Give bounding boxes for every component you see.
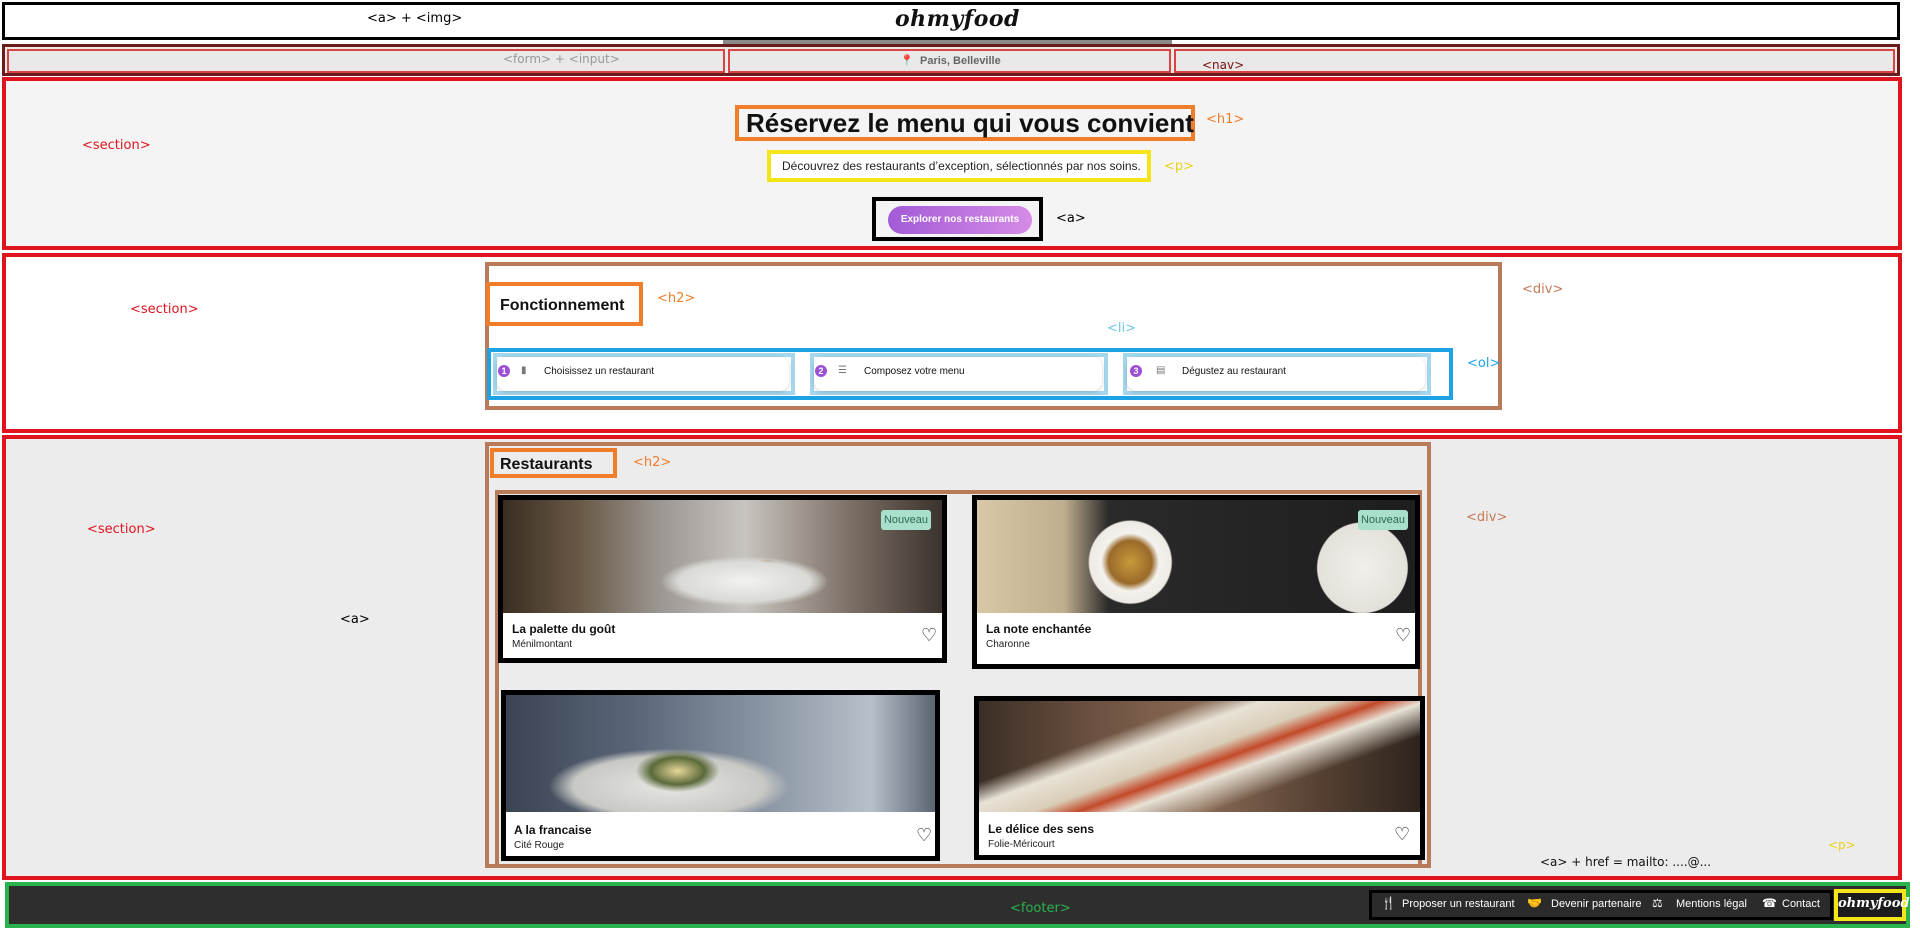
annotation-div-how: <div> <box>1522 282 1564 297</box>
annotation-section-restaurants: <section> <box>87 522 156 537</box>
restaurant-card[interactable]: Nouveau La note enchantée Charonne ♡ <box>972 495 1420 669</box>
restaurant-location: Ménilmontant <box>512 639 573 650</box>
scale-icon: ⚖ <box>1652 896 1663 910</box>
restaurant-name: A la francaise <box>514 823 592 837</box>
logo-link[interactable]: ohmyfood <box>895 6 1020 32</box>
annotation-h2-how: <h2> <box>657 291 696 306</box>
restaurant-location: Cité Rouge <box>514 840 565 851</box>
restaurant-name: La palette du goût <box>512 622 616 636</box>
annotation-nav: <nav> <box>1202 58 1245 72</box>
restaurant-location: Charonne <box>986 639 1030 650</box>
heart-icon[interactable]: ♡ <box>921 626 937 644</box>
annotation-footer: <footer> <box>1010 901 1071 916</box>
footer-link-propose[interactable]: Proposer un restaurant <box>1402 898 1515 910</box>
step-label: Dégustez au restaurant <box>1182 366 1286 377</box>
annotation-div-restaurants: <div> <box>1466 510 1508 525</box>
restaurant-image <box>503 500 942 613</box>
annotation-p: <p> <box>1164 159 1195 174</box>
restaurant-card[interactable]: A la francaise Cité Rouge ♡ <box>501 690 940 861</box>
phone-icon: ☎ <box>1762 896 1777 910</box>
step-label: Choisissez un restaurant <box>544 366 655 377</box>
restaurant-card[interactable]: Le délice des sens Folie-Méricourt ♡ <box>974 696 1425 860</box>
heart-icon[interactable]: ♡ <box>1395 626 1411 644</box>
annotation-a-card: <a> <box>340 612 370 627</box>
location-pin-icon: 📍 <box>900 55 914 67</box>
location-text: Paris, Belleville <box>920 55 1001 67</box>
step-number: 2 <box>815 365 827 377</box>
annotation-li: <li> <box>1107 321 1137 336</box>
utensils-icon: 🍴 <box>1381 896 1396 910</box>
restaurant-image <box>979 701 1420 812</box>
restaurant-image <box>506 695 935 812</box>
nav-segment <box>1174 49 1895 73</box>
annotation-form: <form> + <input> <box>503 52 620 66</box>
annotation-a-cta: <a> <box>1056 211 1086 226</box>
step-label: Composez votre menu <box>864 366 965 377</box>
heart-icon[interactable]: ♡ <box>1394 825 1410 843</box>
phone-icon: ▮ <box>521 365 527 376</box>
footer-link-contact[interactable]: Contact <box>1782 898 1820 910</box>
footer-link-partner[interactable]: Devenir partenaire <box>1551 898 1642 910</box>
explore-restaurants-button[interactable]: Explorer nos restaurants <box>888 206 1032 234</box>
hero-subtitle: Découvrez des restaurants d’exception, s… <box>782 159 1141 173</box>
new-badge: Nouveau <box>881 510 931 530</box>
restaurant-name: Le délice des sens <box>988 822 1095 836</box>
restaurant-name: La note enchantée <box>986 622 1092 636</box>
annotation-header-link: <a> + <img> <box>367 11 463 26</box>
annotation-mailto: <a> + href = mailto: ....@... <box>1540 855 1712 869</box>
annotation-p-footer: <p> <box>1828 838 1856 852</box>
restaurant-location: Folie-Méricourt <box>988 839 1055 850</box>
hero-title: Réservez le menu qui vous convient <box>746 108 1194 138</box>
annotation-section-hero: <section> <box>82 138 151 153</box>
restaurant-image <box>977 500 1415 613</box>
step-number: 1 <box>498 365 510 377</box>
restaurants-title: Restaurants <box>500 456 593 473</box>
annotation-h2-restaurants: <h2> <box>633 455 672 470</box>
list-icon: ☰ <box>838 365 847 376</box>
annotation-section-how: <section> <box>130 302 199 317</box>
new-badge: Nouveau <box>1358 510 1408 530</box>
annotation-h1: <h1> <box>1206 112 1245 127</box>
step-number: 3 <box>1130 365 1142 377</box>
restaurant-card[interactable]: Nouveau La palette du goût Ménilmontant … <box>498 495 947 663</box>
footer-logo: ohmyfood <box>1838 896 1910 911</box>
handshake-icon: 🤝 <box>1527 896 1542 910</box>
heart-icon[interactable]: ♡ <box>916 826 932 844</box>
footer-link-legal[interactable]: Mentions légal <box>1676 898 1747 910</box>
how-it-works-title: Fonctionnement <box>500 297 625 314</box>
annotation-ol: <ol> <box>1467 356 1501 371</box>
store-icon: ▤ <box>1156 365 1166 376</box>
